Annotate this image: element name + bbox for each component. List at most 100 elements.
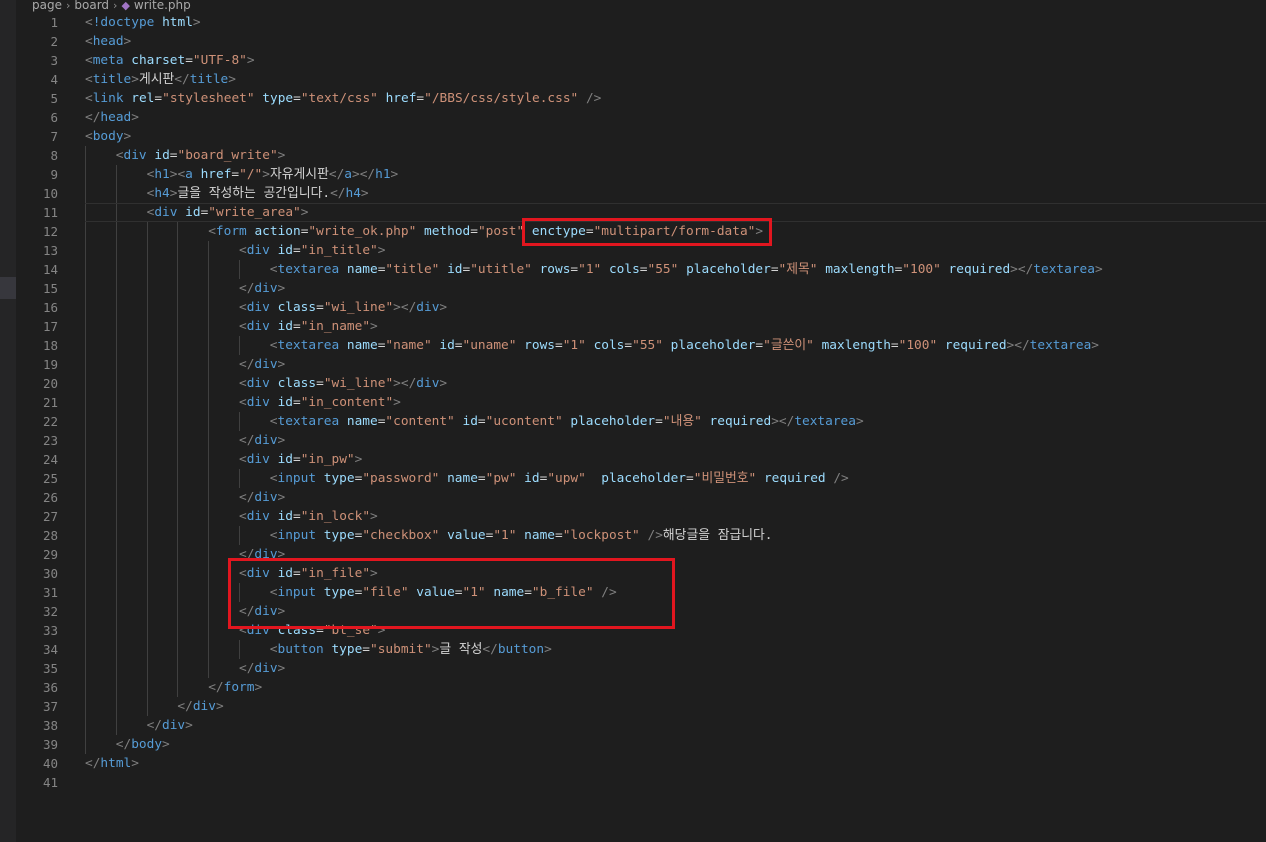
code-line[interactable]: <div id="in_name"> — [85, 317, 1266, 336]
code-line[interactable]: <div id="in_lock"> — [85, 507, 1266, 526]
indent-guide — [115, 393, 117, 412]
code-token: > — [354, 452, 363, 467]
code-token: div — [416, 300, 440, 315]
code-line[interactable]: </div> — [85, 602, 1266, 621]
code-line[interactable]: </body> — [85, 735, 1266, 754]
code-line[interactable]: <head> — [85, 32, 1266, 51]
code-line[interactable]: <div class="bt_se"> — [85, 621, 1266, 640]
code-token: = — [570, 262, 579, 277]
code-line[interactable]: <div class="wi_line"></div> — [85, 374, 1266, 393]
indent-guide — [146, 583, 148, 602]
code-line[interactable]: <button type="submit">글 작성</button> — [85, 640, 1266, 659]
indent-guide — [115, 697, 117, 716]
code-token: id — [185, 205, 201, 220]
line-number-gutter: 1 2 3 4 5 6 7 8 9 10 11 12 13 14 15 16 17 18 19 20 21 22 23 24 2… — [16, 13, 60, 792]
code-line[interactable]: </html> — [85, 754, 1266, 773]
code-line[interactable]: <h1><a href="/">자유게시판</a></h1> — [85, 165, 1266, 184]
code-editor[interactable]: 1 2 3 4 5 6 7 8 9 10 11 12 13 14 15 16 17 18 19 20 21 22 23 24 2… — [16, 13, 1266, 842]
line-number: 8 — [50, 148, 58, 163]
code-token: /> — [601, 585, 617, 600]
code-line[interactable]: <meta charset="UTF-8"> — [85, 51, 1266, 70]
code-token: < — [85, 91, 93, 106]
code-line[interactable]: <div id="in_file"> — [85, 564, 1266, 583]
code-token: enctype — [531, 224, 586, 239]
code-token: ></ — [393, 300, 417, 315]
code-line[interactable]: </form> — [85, 678, 1266, 697]
code-token: "stylesheet" — [162, 91, 255, 106]
code-token: = — [316, 623, 324, 638]
code-line[interactable]: <link rel="stylesheet" type="text/css" h… — [85, 89, 1266, 108]
code-line[interactable]: <h4>글을 작성하는 공간입니다.</h4> — [85, 184, 1266, 203]
code-line[interactable]: </div> — [85, 659, 1266, 678]
indent-guide — [208, 564, 210, 583]
code-line[interactable]: <div id="in_pw"> — [85, 450, 1266, 469]
indent-guide — [115, 488, 117, 507]
code-line[interactable]: <textarea name="title" id="utitle" rows=… — [85, 260, 1266, 279]
code-line[interactable]: <div id="write_area"> — [85, 203, 1266, 222]
indent-guide — [115, 678, 117, 697]
code-line[interactable]: </div> — [85, 716, 1266, 735]
code-token: = — [477, 471, 486, 486]
code-token: < — [239, 509, 247, 524]
code-line[interactable]: </div> — [85, 279, 1266, 298]
indent-guide — [177, 621, 179, 640]
code-line[interactable]: </div> — [85, 355, 1266, 374]
code-line[interactable]: <title>게시판</title> — [85, 70, 1266, 89]
code-token: < — [85, 15, 93, 30]
line-number: 7 — [50, 129, 58, 144]
breadcrumb: page › board › ◆ write.php — [32, 0, 191, 14]
code-line[interactable]: <div id="in_title"> — [85, 241, 1266, 260]
code-token: div — [246, 566, 270, 581]
code-line[interactable]: </div> — [85, 697, 1266, 716]
line-number: 19 — [42, 357, 58, 372]
code-token: > — [377, 243, 386, 258]
code-token: = — [292, 509, 301, 524]
line-number: 28 — [42, 528, 58, 543]
code-line[interactable]: </head> — [85, 108, 1266, 127]
indent-guide — [146, 697, 148, 716]
indent-guide — [208, 545, 210, 564]
code-token: </ — [239, 661, 255, 676]
indent-guide — [85, 678, 86, 697]
line-number: 34 — [42, 642, 58, 657]
code-line[interactable]: <input type="password" name="pw" id="upw… — [85, 469, 1266, 488]
code-lines[interactable]: <!doctype html> <head> <meta charset="UTF-… — [85, 13, 1266, 792]
code-token: < — [85, 129, 93, 144]
code-token: "post" — [477, 224, 525, 239]
breadcrumb-item-file[interactable]: write.php — [134, 0, 191, 12]
code-line[interactable] — [85, 773, 1266, 792]
code-line[interactable]: <!doctype html> — [85, 13, 1266, 32]
code-token: /> — [585, 91, 602, 106]
indent-guide — [85, 735, 86, 754]
code-line[interactable]: </div> — [85, 431, 1266, 450]
code-line[interactable]: </div> — [85, 545, 1266, 564]
code-token: "write_area" — [208, 205, 301, 220]
code-line[interactable]: <div id="board_write"> — [85, 146, 1266, 165]
indent-guide — [85, 184, 86, 203]
line-number: 20 — [42, 376, 58, 391]
code-line[interactable]: <textarea name="name" id="uname" rows="1… — [85, 336, 1266, 355]
code-token: div — [154, 205, 178, 220]
code-line[interactable]: <input type="checkbox" value="1" name="l… — [85, 526, 1266, 545]
code-line[interactable]: <div id="in_content"> — [85, 393, 1266, 412]
code-token: "board_write" — [177, 148, 278, 163]
code-line[interactable]: <input type="file" value="1" name="b_fil… — [85, 583, 1266, 602]
code-line[interactable]: </div> — [85, 488, 1266, 507]
code-line[interactable]: <div class="wi_line"></div> — [85, 298, 1266, 317]
breadcrumb-item-page[interactable]: page — [32, 0, 62, 12]
indent-guide — [208, 355, 210, 374]
code-token: div — [123, 148, 147, 163]
code-token: "wi_line" — [323, 300, 394, 315]
breadcrumb-item-board[interactable]: board — [74, 0, 109, 12]
indent-guide — [146, 336, 148, 355]
indent-guide — [146, 393, 148, 412]
code-line[interactable]: <body> — [85, 127, 1266, 146]
line-number: 14 — [42, 262, 58, 277]
indent-guide — [85, 222, 86, 241]
code-line[interactable]: <form action="write_ok.php" method="post… — [85, 222, 1266, 241]
code-line[interactable]: <textarea name="content" id="ucontent" p… — [85, 412, 1266, 431]
